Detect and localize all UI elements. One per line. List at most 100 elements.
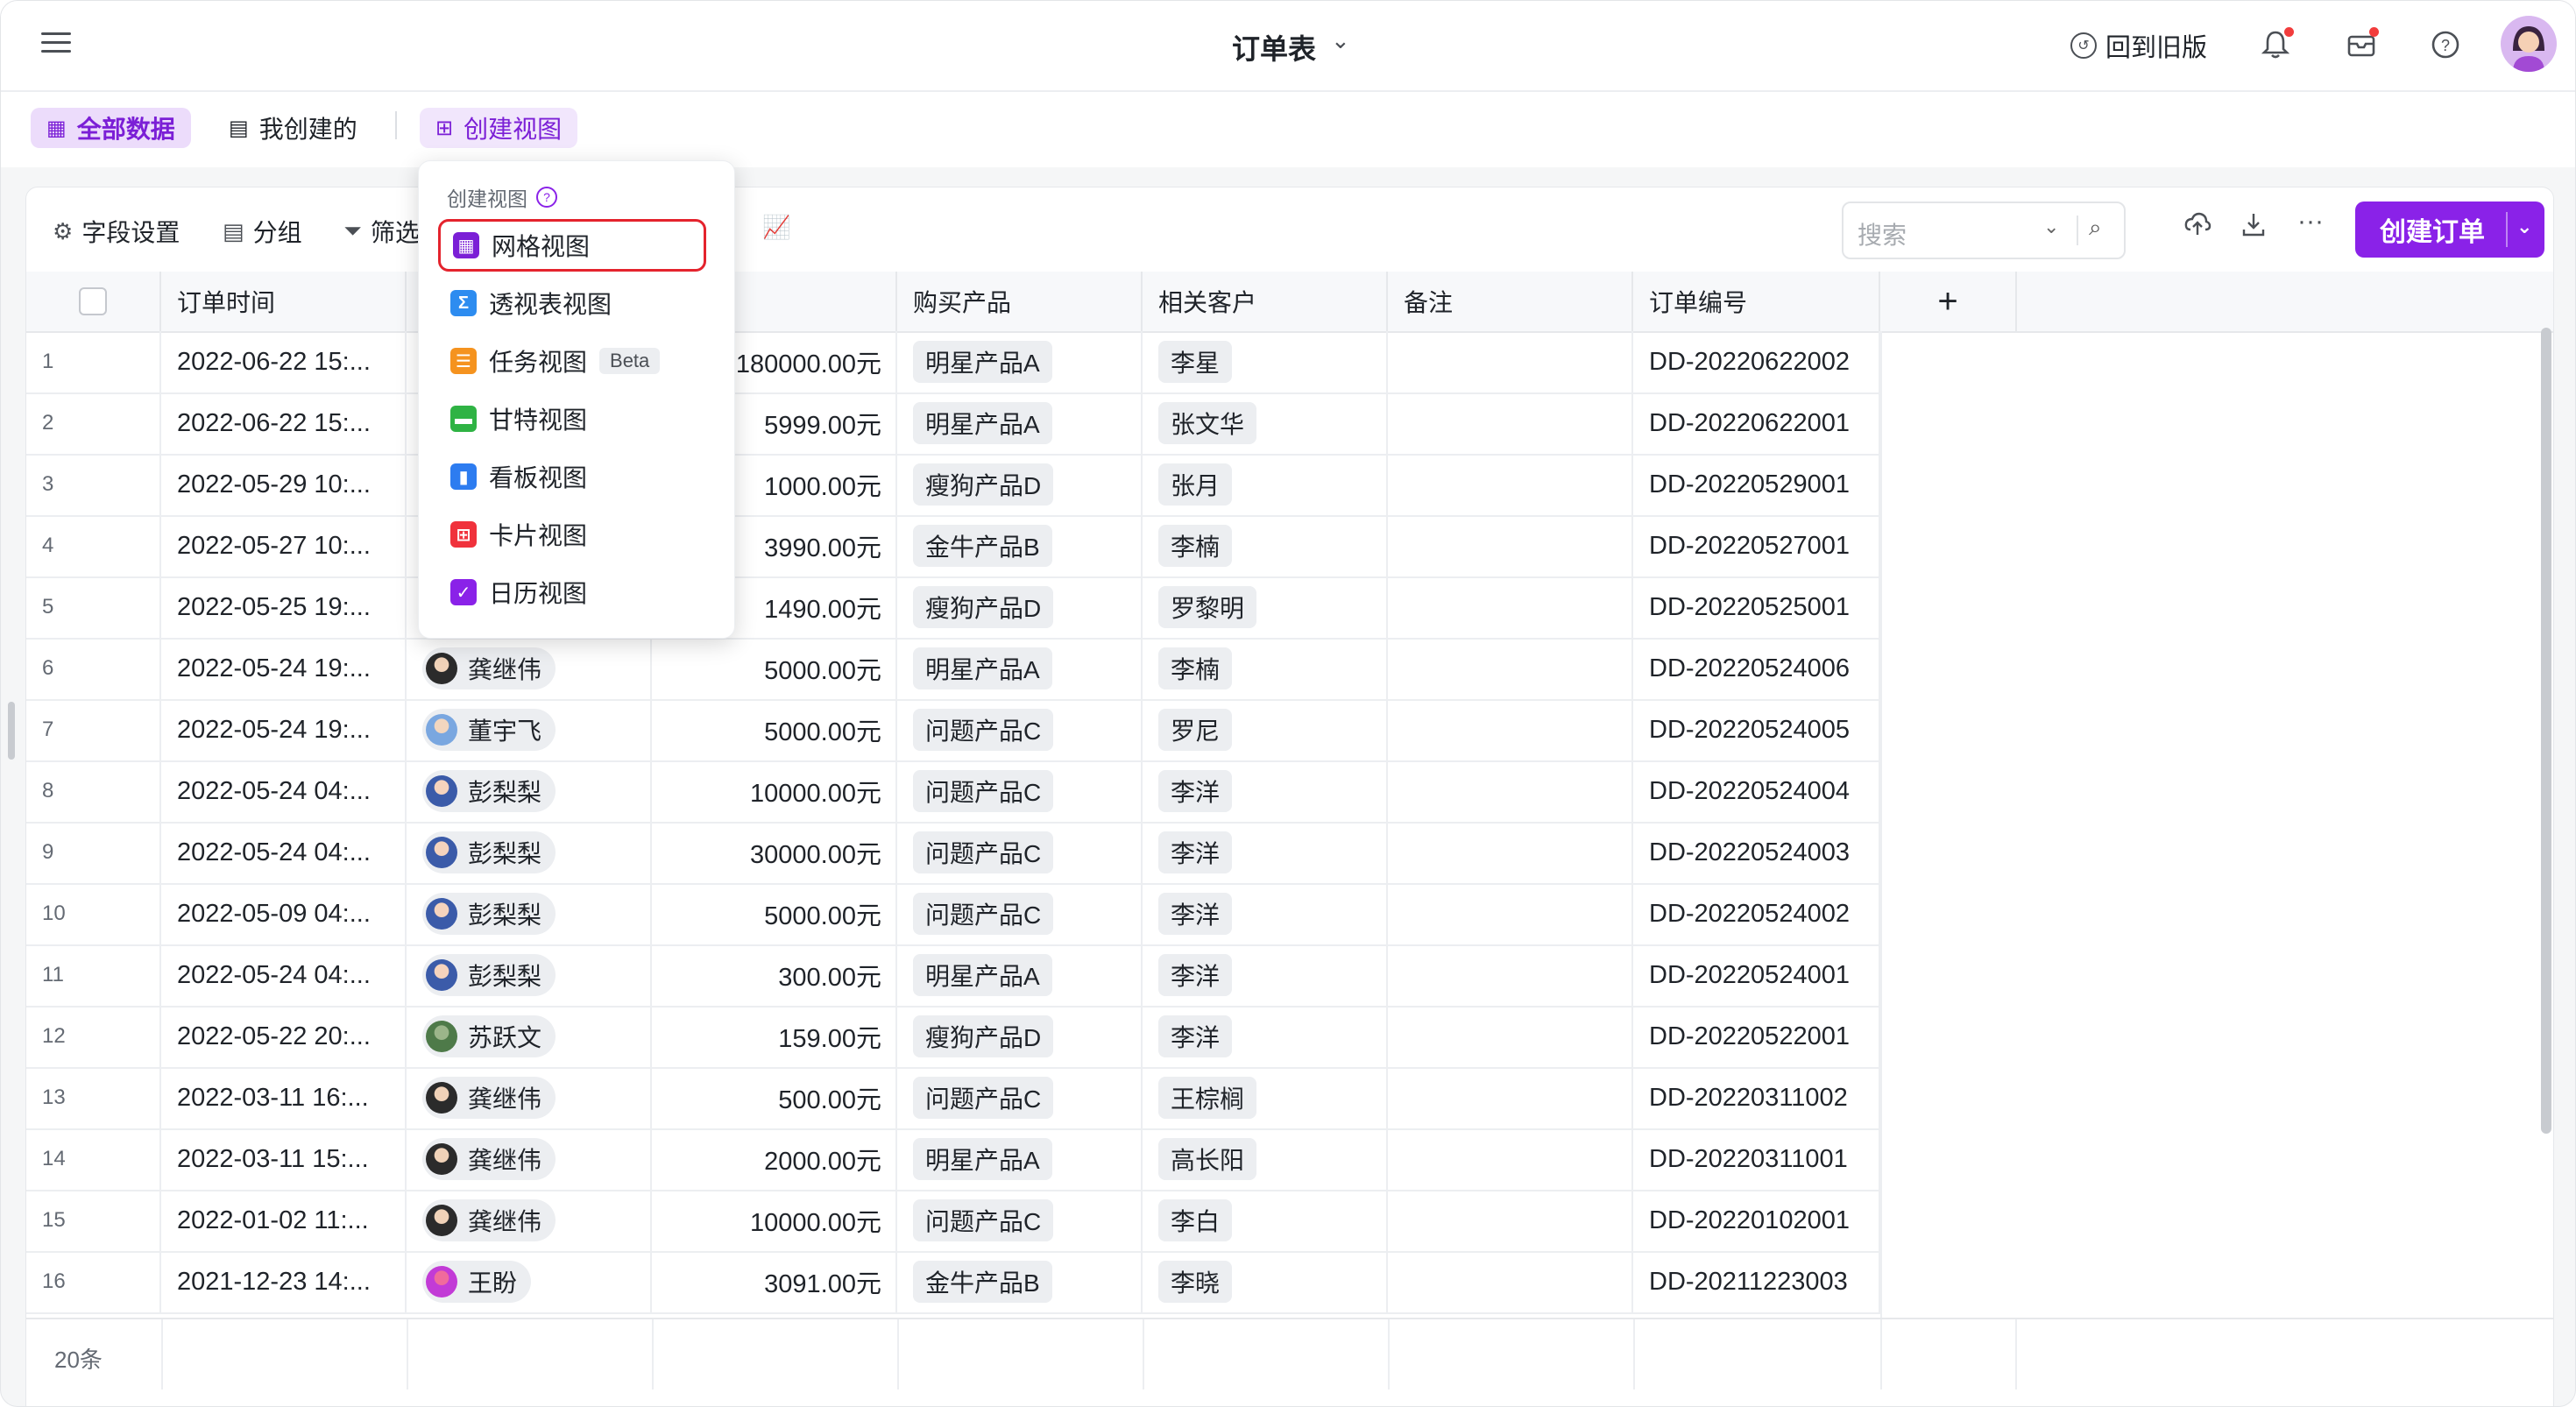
- cell-remark[interactable]: [1388, 454, 1633, 515]
- column-header[interactable]: 购买产品: [897, 272, 1143, 331]
- dropdown-item-gantt-view[interactable]: ▬ 甘特视图: [438, 392, 706, 445]
- cell-product[interactable]: 瘦狗产品D: [897, 1006, 1143, 1067]
- cell-remark[interactable]: [1388, 883, 1633, 944]
- download-icon[interactable]: [2240, 210, 2268, 245]
- cell-product[interactable]: 瘦狗产品D: [897, 576, 1143, 638]
- cell-product[interactable]: 金牛产品B: [897, 515, 1143, 576]
- chevron-down-icon[interactable]: ⌄: [2516, 216, 2532, 238]
- user-avatar[interactable]: [2501, 16, 2557, 72]
- cell-customer[interactable]: 李楠: [1143, 638, 1388, 699]
- cell-code[interactable]: DD-20220524003: [1633, 822, 1880, 883]
- dropdown-item-calendar-view[interactable]: ✓ 日历视图: [438, 566, 706, 619]
- table-row[interactable]: 5 2022-05-25 19:... 1490.00元 瘦狗产品D 罗黎明 DD-202…: [26, 576, 1880, 640]
- cell-person[interactable]: 董宇飞: [407, 699, 652, 760]
- cell-customer[interactable]: 张文华: [1143, 392, 1388, 454]
- cell-product[interactable]: 问题产品C: [897, 883, 1143, 944]
- table-row[interactable]: 9 2022-05-24 04:... 彭梨梨 30000.00元 问题产品C 李洋 DD-…: [26, 822, 1880, 885]
- cell-person[interactable]: 彭梨梨: [407, 883, 652, 944]
- cell-amount[interactable]: 300.00元: [652, 944, 897, 1006]
- cell-amount[interactable]: 500.00元: [652, 1067, 897, 1128]
- cell-n[interactable]: 14: [26, 1128, 161, 1190]
- table-row[interactable]: 1 2022-06-22 15:... 180000.00元 明星产品A 李星 DD-20…: [26, 331, 1880, 394]
- chevron-down-icon[interactable]: ⌄: [2043, 216, 2059, 238]
- cell-product[interactable]: 问题产品C: [897, 699, 1143, 760]
- cell-code[interactable]: DD-20220522001: [1633, 1006, 1880, 1067]
- cell-person[interactable]: 龚继伟: [407, 1128, 652, 1190]
- cell-code[interactable]: DD-20220524005: [1633, 699, 1880, 760]
- cell-time[interactable]: 2022-05-22 20:...: [161, 1006, 407, 1067]
- cell-n[interactable]: 12: [26, 1006, 161, 1067]
- back-to-old-version-button[interactable]: ↺ 回到旧版: [2070, 27, 2207, 64]
- table-row[interactable]: 8 2022-05-24 04:... 彭梨梨 10000.00元 问题产品C 李洋 DD-…: [26, 760, 1880, 824]
- cell-customer[interactable]: 高长阳: [1143, 1128, 1388, 1190]
- cell-time[interactable]: 2022-06-22 15:...: [161, 331, 407, 392]
- cell-n[interactable]: 11: [26, 944, 161, 1006]
- cell-n[interactable]: 5: [26, 576, 161, 638]
- upload-icon[interactable]: [2183, 210, 2212, 245]
- cell-amount[interactable]: 5000.00元: [652, 883, 897, 944]
- cell-time[interactable]: 2022-01-02 11:...: [161, 1190, 407, 1251]
- cell-person[interactable]: 龚继伟: [407, 1067, 652, 1128]
- cell-product[interactable]: 明星产品A: [897, 1128, 1143, 1190]
- help-icon[interactable]: ?: [536, 187, 557, 208]
- cell-customer[interactable]: 李洋: [1143, 760, 1388, 822]
- select-all-checkbox[interactable]: [79, 287, 107, 315]
- search-input[interactable]: 搜索 ⌄ ⌕: [1842, 202, 2126, 259]
- cell-remark[interactable]: [1388, 944, 1633, 1006]
- cell-product[interactable]: 问题产品C: [897, 1067, 1143, 1128]
- cell-n[interactable]: 8: [26, 760, 161, 822]
- cell-customer[interactable]: 李洋: [1143, 1006, 1388, 1067]
- cell-remark[interactable]: [1388, 1190, 1633, 1251]
- cell-n[interactable]: 10: [26, 883, 161, 944]
- cell-remark[interactable]: [1388, 1006, 1633, 1067]
- cell-remark[interactable]: [1388, 515, 1633, 576]
- cell-product[interactable]: 明星产品A: [897, 944, 1143, 1006]
- cell-customer[interactable]: 李白: [1143, 1190, 1388, 1251]
- cell-n[interactable]: 3: [26, 454, 161, 515]
- cell-amount[interactable]: 2000.00元: [652, 1128, 897, 1190]
- cell-code[interactable]: DD-20220524006: [1633, 638, 1880, 699]
- create-order-button[interactable]: 创建订单 ⌄: [2355, 202, 2544, 258]
- cell-code[interactable]: DD-20220525001: [1633, 576, 1880, 638]
- left-resize-handle[interactable]: [8, 702, 15, 760]
- create-view-button[interactable]: ⊞ 创建视图: [420, 108, 578, 148]
- cell-time[interactable]: 2022-05-27 10:...: [161, 515, 407, 576]
- dropdown-item-pivot-view[interactable]: Σ 透视表视图: [438, 277, 706, 329]
- cell-time[interactable]: 2022-05-09 04:...: [161, 883, 407, 944]
- cell-time[interactable]: 2022-05-24 04:...: [161, 822, 407, 883]
- cell-remark[interactable]: [1388, 822, 1633, 883]
- column-header[interactable]: 订单编号: [1633, 272, 1880, 331]
- page-title[interactable]: 订单表: [1232, 27, 1316, 67]
- cell-n[interactable]: 9: [26, 822, 161, 883]
- chart-button[interactable]: 📈: [762, 214, 799, 241]
- cell-code[interactable]: DD-20220311001: [1633, 1128, 1880, 1190]
- cell-remark[interactable]: [1388, 638, 1633, 699]
- table-row[interactable]: 7 2022-05-24 19:... 董宇飞 5000.00元 问题产品C 罗尼 DD-2…: [26, 699, 1880, 762]
- cell-time[interactable]: 2022-05-29 10:...: [161, 454, 407, 515]
- cell-product[interactable]: 瘦狗产品D: [897, 454, 1143, 515]
- cell-n[interactable]: 4: [26, 515, 161, 576]
- cell-person[interactable]: 彭梨梨: [407, 760, 652, 822]
- cell-n[interactable]: 2: [26, 392, 161, 454]
- column-header[interactable]: 订单时间: [161, 272, 407, 331]
- dropdown-item-card-view[interactable]: ⊞ 卡片视图: [438, 508, 706, 561]
- cell-amount[interactable]: 5000.00元: [652, 638, 897, 699]
- cell-product[interactable]: 问题产品C: [897, 760, 1143, 822]
- dropdown-item-grid-view[interactable]: ▦ 网格视图: [438, 219, 706, 272]
- cell-amount[interactable]: 10000.00元: [652, 1190, 897, 1251]
- cell-remark[interactable]: [1388, 576, 1633, 638]
- table-row[interactable]: 11 2022-05-24 04:... 彭梨梨 300.00元 明星产品A 李洋 DD-2…: [26, 944, 1880, 1008]
- cell-product[interactable]: 明星产品A: [897, 638, 1143, 699]
- cell-code[interactable]: DD-20220524004: [1633, 760, 1880, 822]
- cell-remark[interactable]: [1388, 1128, 1633, 1190]
- cell-customer[interactable]: 李洋: [1143, 883, 1388, 944]
- cell-remark[interactable]: [1388, 1251, 1633, 1312]
- cell-code[interactable]: DD-20220524002: [1633, 883, 1880, 944]
- cell-person[interactable]: 彭梨梨: [407, 822, 652, 883]
- cell-person[interactable]: 彭梨梨: [407, 944, 652, 1006]
- cell-code[interactable]: DD-20220622001: [1633, 392, 1880, 454]
- column-header[interactable]: 相关客户: [1143, 272, 1388, 331]
- cell-customer[interactable]: 罗黎明: [1143, 576, 1388, 638]
- cell-customer[interactable]: 李楠: [1143, 515, 1388, 576]
- cell-amount[interactable]: 5000.00元: [652, 699, 897, 760]
